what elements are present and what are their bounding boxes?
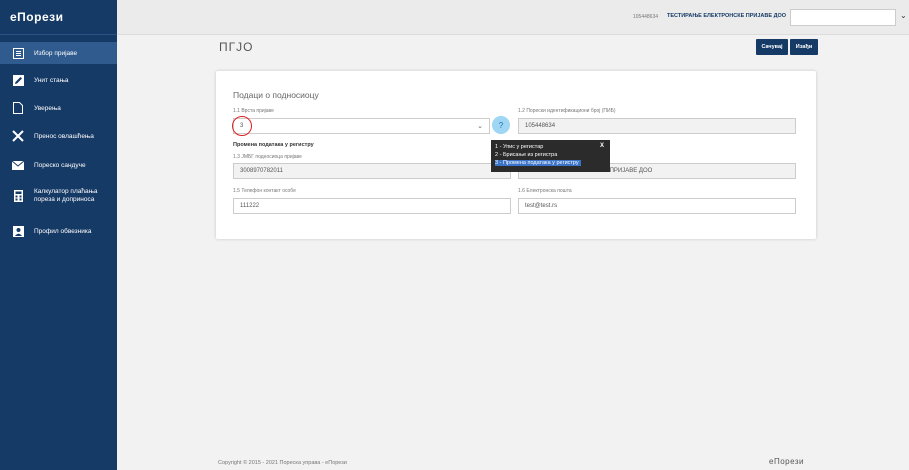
sidebar-item-profil-obveznika[interactable]: Профил обвезника <box>0 221 117 241</box>
field-label-vrsta-prijave: 1.1 Врста пријаве <box>233 108 274 114</box>
vrsta-prijave-tooltip: 1 - Упис у регистар 2 - Брисање из регис… <box>491 140 610 172</box>
field-label-telefon: 1.5 Телефон контакт особе <box>233 188 296 194</box>
sidebar-item-uverenja[interactable]: Уверења <box>0 98 117 118</box>
close-icon[interactable]: X <box>600 143 604 149</box>
tooltip-option: 1 - Упис у регистар <box>495 144 544 150</box>
taxpayer-select[interactable] <box>790 9 896 26</box>
field-label-jmbg: 1.3 ЈМБГ подносиоца пријаве <box>233 154 302 160</box>
sidebar-item-izbor-prijave[interactable]: Избор пријаве <box>0 42 117 64</box>
profile-icon <box>12 225 24 237</box>
pib-field[interactable]: 105448634 <box>518 118 796 134</box>
sidebar-item-label: Профил обвезника <box>34 227 92 235</box>
company-name: ТЕСТИРАЊЕ ЕЛЕКТРОНСКЕ ПРИЈАВЕ ДОО <box>667 13 787 19</box>
list-box-icon <box>12 47 24 59</box>
chevron-down-icon[interactable]: ⌄ <box>900 11 907 20</box>
sidebar-item-kalkulator[interactable]: Калкулатор плаћања пореза и доприноса <box>0 184 117 208</box>
highlight-circle <box>232 116 252 136</box>
sidebar-item-prenos-ovlascenja[interactable]: Пренос овлашћења <box>0 126 117 146</box>
exit-button[interactable]: Изађи <box>790 39 818 55</box>
sidebar-item-label: Пореско сандуче <box>34 161 86 169</box>
telefon-field[interactable]: 111222 <box>233 198 511 214</box>
sidebar-item-poresko-sanduce[interactable]: Пореско сандуче <box>0 155 117 175</box>
page-title: ПГЈО <box>219 40 254 54</box>
sidebar-item-unos-stanja[interactable]: Унит стања <box>0 70 117 90</box>
sidebar-item-label: Уверења <box>34 104 61 112</box>
sidebar-item-label: Пренос овлашћења <box>34 132 94 140</box>
tooltip-option-selected: 3 - Промена података у регистру <box>495 160 581 166</box>
change-heading: Промена података у регистру <box>233 142 314 148</box>
vrsta-prijave-select[interactable]: 3 ⌄ <box>233 118 490 134</box>
transfer-icon <box>12 130 24 142</box>
jmbg-field[interactable]: 3008970782011 <box>233 163 511 179</box>
help-icon[interactable]: ? <box>492 116 510 134</box>
document-icon <box>12 102 24 114</box>
sidebar-item-label: Унит стања <box>34 76 69 84</box>
chevron-down-icon: ⌄ <box>477 123 483 130</box>
email-field[interactable]: test@test.rs <box>518 198 796 214</box>
pencil-icon <box>12 74 24 86</box>
footer-copyright: Copyright © 2015 - 2021 Пореска управа -… <box>218 460 347 466</box>
taxpayer-pib: 105448634 <box>633 14 659 20</box>
save-button[interactable]: Сачувај <box>756 39 788 55</box>
sidebar: еПорези Избор пријаве Унит стања Уверења… <box>0 0 117 470</box>
section-title: Подаци о подносиоцу <box>233 90 319 100</box>
app-logo[interactable]: еПорези <box>0 0 117 35</box>
sidebar-item-label: Калкулатор плаћања пореза и доприноса <box>34 188 98 203</box>
envelope-icon <box>12 159 24 171</box>
field-label-email: 1.6 Електронска пошта <box>518 188 572 194</box>
footer-brand: еПорези <box>769 457 805 466</box>
tooltip-option: 2 - Брисање из регистра <box>495 152 558 158</box>
sidebar-item-label: Избор пријаве <box>34 49 78 57</box>
calculator-icon <box>12 190 24 202</box>
field-label-pib: 1.2 Порески идентификациони број (ПИБ) <box>518 108 616 114</box>
